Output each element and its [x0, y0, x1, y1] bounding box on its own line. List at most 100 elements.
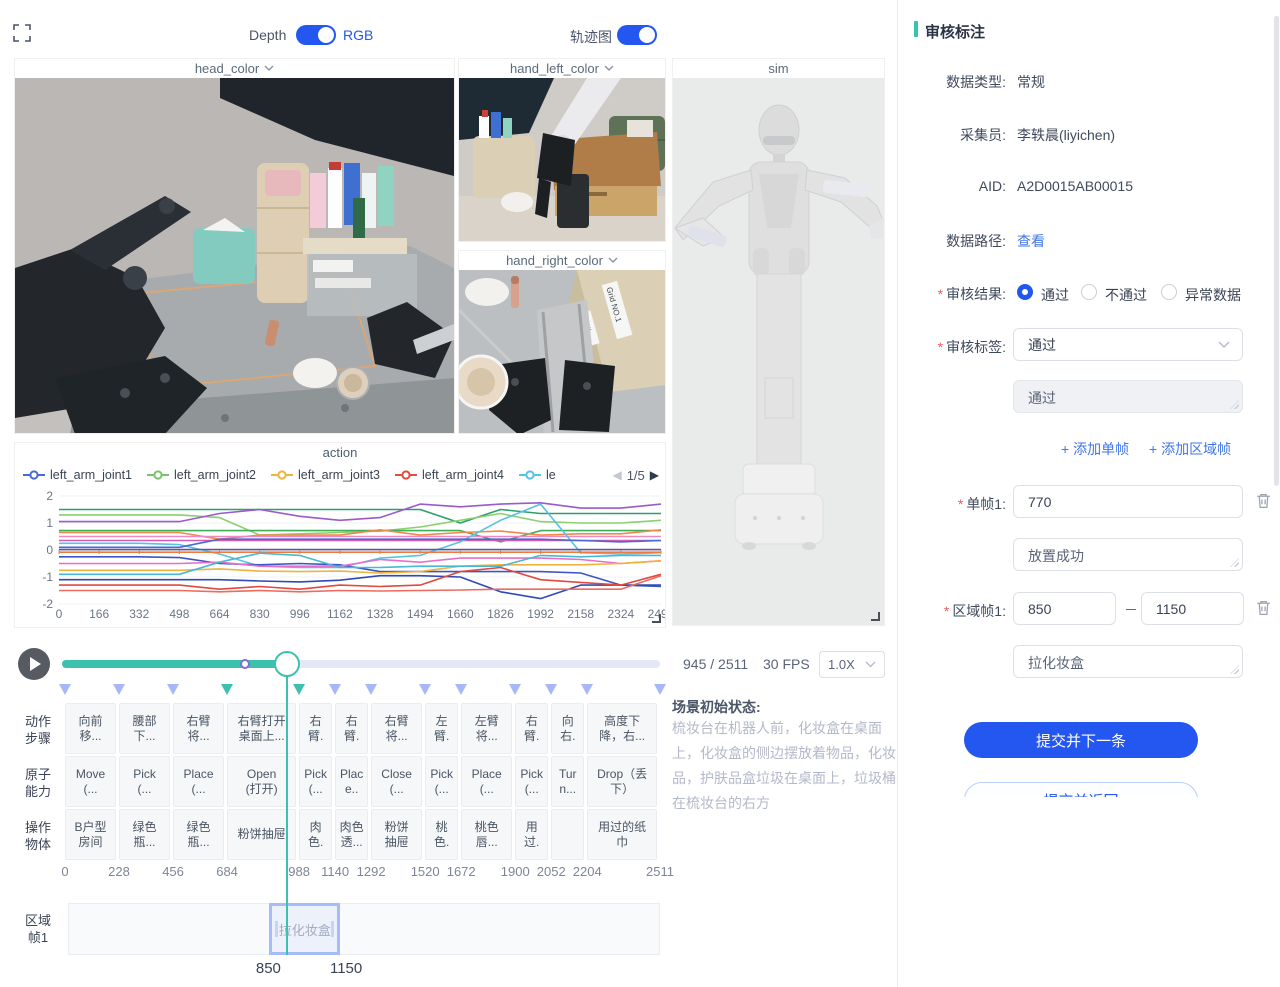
region-start-input[interactable]: 850	[1013, 592, 1116, 625]
step-cell-object[interactable]	[551, 809, 584, 860]
region-handle-right[interactable]	[331, 921, 334, 937]
step-cell-skill[interactable]: Plac e..	[335, 756, 368, 807]
step-cell-object[interactable]: 用过的纸 巾	[587, 809, 657, 860]
step-cell-skill[interactable]: Place (...	[173, 756, 224, 807]
resize-corner-icon[interactable]	[651, 613, 661, 623]
radio-pass-label[interactable]: 通过	[1041, 285, 1069, 305]
step-cell-skill[interactable]: Close (...	[371, 756, 422, 807]
frame-axis-tick: 0	[43, 864, 87, 879]
legend-item-left_arm_joint3[interactable]: left_arm_joint3	[271, 468, 380, 482]
step-cell-object[interactable]: 用 过.	[515, 809, 548, 860]
fullscreen-button[interactable]	[13, 24, 31, 42]
region-handle-left[interactable]	[275, 921, 278, 937]
step-cell-object[interactable]: 绿色 瓶...	[173, 809, 224, 860]
step-cell-action[interactable]: 右 臂.	[515, 703, 548, 754]
step-cell-action[interactable]: 右 臂.	[299, 703, 332, 754]
delete-single-frame-icon[interactable]	[1255, 492, 1272, 509]
review-tag-select[interactable]: 通过	[1013, 328, 1243, 361]
step-marker-1292[interactable]	[365, 684, 377, 695]
single-frame-note-textarea[interactable]: 放置成功	[1013, 538, 1243, 571]
radio-abnormal-label[interactable]: 异常数据	[1185, 285, 1241, 305]
step-cell-action[interactable]: 向前 移...	[65, 703, 116, 754]
depth-rgb-toggle[interactable]	[296, 25, 336, 45]
legend-item-left_arm_joint4[interactable]: left_arm_joint4	[395, 468, 504, 482]
step-cell-skill[interactable]: Pick (...	[119, 756, 170, 807]
step-cell-skill[interactable]: Place (...	[461, 756, 512, 807]
legend-next-icon[interactable]: ▶	[650, 468, 659, 482]
playback-handle[interactable]	[274, 651, 300, 677]
step-marker-456[interactable]	[167, 684, 179, 695]
step-cell-skill[interactable]: Move (...	[65, 756, 116, 807]
step-cell-action[interactable]: 向 右.	[551, 703, 584, 754]
step-marker-684[interactable]	[221, 684, 233, 695]
resize-corner-icon[interactable]	[870, 611, 880, 621]
submit-next-button[interactable]: 提交并下一条	[964, 722, 1198, 758]
hand-left-camera-title-dropdown[interactable]: hand_left_color	[459, 59, 665, 78]
step-cell-action[interactable]: 左臂 将...	[461, 703, 512, 754]
svg-text:1: 1	[46, 516, 53, 530]
legend-item-le[interactable]: le	[519, 468, 556, 482]
page-scrollbar[interactable]	[1274, 16, 1279, 486]
step-cell-object[interactable]: 肉 色.	[299, 809, 332, 860]
step-cell-object[interactable]: B户型 房间	[65, 809, 116, 860]
legend-prev-icon[interactable]: ◀	[612, 468, 621, 482]
region-frame-track[interactable]: 拉化妆盒	[68, 903, 660, 955]
step-marker-2204[interactable]	[581, 684, 593, 695]
play-button[interactable]	[18, 648, 50, 680]
legend-page-indicator: 1/5	[627, 468, 645, 483]
step-marker-2511[interactable]	[654, 684, 666, 695]
step-cell-skill[interactable]: Drop（丢 下）	[587, 756, 657, 807]
resize-handle-icon[interactable]	[1230, 400, 1239, 409]
resize-handle-icon[interactable]	[1230, 665, 1239, 674]
step-cell-object[interactable]: 粉饼 抽屉	[371, 809, 422, 860]
data-path-view-link[interactable]: 查看	[1017, 231, 1045, 251]
head-camera-title-dropdown[interactable]: head_color	[15, 59, 454, 78]
resize-handle-icon[interactable]	[1230, 558, 1239, 567]
add-single-frame-link[interactable]: + 添加单帧	[1061, 439, 1129, 459]
step-marker-228[interactable]	[113, 684, 125, 695]
radio-fail-label[interactable]: 不通过	[1105, 285, 1147, 305]
region-frame-note-textarea[interactable]: 拉化妆盒	[1013, 645, 1243, 678]
step-cell-action[interactable]: 高度下 降，右...	[587, 703, 657, 754]
radio-fail[interactable]	[1081, 284, 1097, 300]
step-cell-action[interactable]: 右臂 将...	[173, 703, 224, 754]
step-cell-object[interactable]: 绿色 瓶...	[119, 809, 170, 860]
step-cell-skill[interactable]: Pick (...	[299, 756, 332, 807]
action-chart-plot[interactable]: 210-1-2016633249866483099611621328149416…	[15, 489, 665, 627]
review-tag-note-textarea[interactable]: 通过	[1013, 380, 1243, 413]
step-cell-skill[interactable]: Pick (...	[515, 756, 548, 807]
playback-slider[interactable]	[62, 660, 660, 668]
region-frame-box[interactable]: 拉化妆盒	[269, 903, 340, 955]
step-marker-2052[interactable]	[545, 684, 557, 695]
delete-region-frame-icon[interactable]	[1255, 599, 1272, 616]
step-cell-skill[interactable]: Tur n...	[551, 756, 584, 807]
step-marker-0[interactable]	[59, 684, 71, 695]
speed-select[interactable]: 1.0X	[819, 651, 885, 678]
trajectory-toggle[interactable]	[617, 25, 657, 45]
step-cell-action[interactable]: 左 臂.	[425, 703, 458, 754]
step-marker-1672[interactable]	[455, 684, 467, 695]
legend-line-icon	[395, 470, 417, 480]
region-end-input[interactable]: 1150	[1141, 592, 1244, 625]
chevron-down-icon	[608, 257, 618, 264]
step-cell-action[interactable]: 右 臂.	[335, 703, 368, 754]
step-cell-action[interactable]: 右臂 将...	[371, 703, 422, 754]
hand-left-camera-image	[459, 78, 665, 241]
add-region-frame-link[interactable]: + 添加区域帧	[1149, 439, 1231, 459]
submit-return-button[interactable]: 提交并返回	[964, 782, 1198, 797]
step-cell-object[interactable]: 桃 色.	[425, 809, 458, 860]
step-marker-1140[interactable]	[329, 684, 341, 695]
radio-abnormal[interactable]	[1161, 284, 1177, 300]
step-cell-object[interactable]: 桃色 唇...	[461, 809, 512, 860]
step-marker-988[interactable]	[293, 684, 305, 695]
radio-pass[interactable]	[1017, 284, 1033, 300]
hand-right-camera-title-dropdown[interactable]: hand_right_color	[459, 251, 665, 270]
step-cell-action[interactable]: 腰部 下...	[119, 703, 170, 754]
legend-item-left_arm_joint1[interactable]: left_arm_joint1	[23, 468, 132, 482]
step-marker-1520[interactable]	[419, 684, 431, 695]
step-marker-1900[interactable]	[509, 684, 521, 695]
step-cell-skill[interactable]: Pick (...	[425, 756, 458, 807]
step-cell-object[interactable]: 肉色 透...	[335, 809, 368, 860]
legend-item-left_arm_joint2[interactable]: left_arm_joint2	[147, 468, 256, 482]
single-frame-input[interactable]: 770	[1013, 485, 1243, 518]
